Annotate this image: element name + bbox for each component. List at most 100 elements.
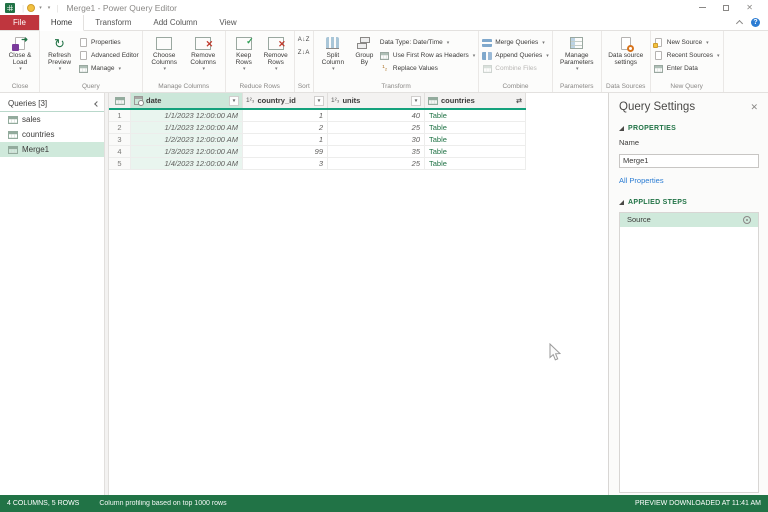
collapse-panel-icon[interactable] [94, 100, 100, 107]
manage-parameters-button[interactable]: Manage Parameters ▾ [556, 33, 598, 82]
query-item-merge1[interactable]: Merge1 [0, 142, 104, 157]
tab-transform[interactable]: Transform [84, 15, 142, 30]
cell-units[interactable]: 25 [328, 122, 425, 133]
cell-date[interactable]: 1/1/2023 12:00:00 AM [131, 110, 243, 121]
table-row[interactable]: 1 1/1/2023 12:00:00 AM 1 40 Table [109, 110, 526, 122]
column-label: countries [441, 96, 475, 105]
combine-files-button[interactable]: Combine Files [482, 62, 549, 75]
cell-units[interactable]: 40 [328, 110, 425, 121]
table-row[interactable]: 5 1/4/2023 12:00:00 AM 3 25 Table [109, 158, 526, 170]
choose-columns-button[interactable]: Choose Columns ▾ [146, 33, 183, 82]
cell-country-id[interactable]: 3 [243, 158, 328, 169]
cell-country-id[interactable]: 2 [243, 122, 328, 133]
cell-date[interactable]: 1/3/2023 12:00:00 AM [131, 146, 243, 157]
new-source-label: New Source [666, 39, 703, 46]
datetime-type-icon[interactable] [134, 96, 144, 106]
remove-rows-label: Remove Rows [263, 52, 288, 67]
cell-table-link[interactable]: Table [425, 146, 526, 157]
close-panel-icon[interactable]: ✕ [750, 102, 758, 113]
group-by-icon [357, 37, 371, 49]
quick-access-icon[interactable] [27, 3, 36, 12]
cell-table-link[interactable]: Table [425, 122, 526, 133]
column-header-units[interactable]: 1²₃ units ▾ [328, 93, 425, 108]
status-bar: 4 COLUMNS, 5 ROWS Column profiling based… [0, 495, 768, 512]
step-source[interactable]: Source [620, 212, 758, 227]
query-item-sales[interactable]: sales [0, 112, 104, 127]
cell-date[interactable]: 1/1/2023 12:00:00 AM [131, 122, 243, 133]
column-header-country-id[interactable]: 1²₃ country_id ▾ [243, 93, 328, 108]
tab-file[interactable]: File [0, 15, 39, 30]
expand-column-icon[interactable]: ⇄ [516, 97, 522, 105]
query-item-countries[interactable]: countries [0, 127, 104, 142]
table-type-icon[interactable] [428, 96, 438, 105]
enter-data-button[interactable]: Enter Data [654, 62, 720, 75]
row-number: 3 [109, 134, 131, 145]
tab-home[interactable]: Home [38, 15, 85, 31]
help-icon[interactable]: ? [751, 18, 760, 27]
sort-ascending-button[interactable]: A↓Z [298, 36, 310, 46]
column-label: units [342, 96, 361, 105]
restore-icon[interactable] [723, 4, 730, 11]
table-row[interactable]: 3 1/2/2023 12:00:00 AM 1 30 Table [109, 134, 526, 146]
new-source-button[interactable]: New Source ▾ [653, 36, 720, 49]
table-row[interactable]: 4 1/3/2023 12:00:00 AM 99 35 Table [109, 146, 526, 158]
group-by-button[interactable]: Group By [351, 33, 378, 82]
filter-dropdown-button[interactable]: ▾ [229, 95, 239, 106]
query-name-input[interactable] [619, 153, 759, 168]
recent-sources-label: Recent Sources [666, 52, 713, 59]
merge-queries-button[interactable]: Merge Queries ▾ [482, 36, 549, 49]
table-icon [8, 130, 18, 139]
recent-sources-button[interactable]: Recent Sources ▾ [654, 49, 720, 62]
tab-view[interactable]: View [208, 15, 247, 30]
queries-panel-header: Queries [3] [0, 97, 104, 112]
properties-section-header[interactable]: PROPERTIES [619, 125, 758, 132]
split-column-button[interactable]: Split Column ▾ [317, 33, 349, 82]
quick-access-toolbar-caret-icon[interactable]: ▾ [48, 5, 51, 11]
remove-columns-button[interactable]: Remove Columns▾ [185, 33, 222, 82]
tab-add-column[interactable]: Add Column [142, 15, 208, 30]
cell-units[interactable]: 35 [328, 146, 425, 157]
refresh-preview-label: Refresh Preview [47, 52, 72, 67]
remove-rows-button[interactable]: Remove Rows▾ [261, 33, 291, 82]
dropdown-caret-icon: ▾ [274, 65, 278, 72]
applied-steps-section-header[interactable]: APPLIED STEPS [619, 199, 758, 206]
data-type-button[interactable]: Data Type: Date/Time ▾ [380, 36, 475, 49]
close-window-icon[interactable]: ✕ [746, 3, 753, 12]
sort-descending-button[interactable]: Z↓A [298, 49, 310, 59]
cell-table-link[interactable]: Table [425, 134, 526, 145]
filter-dropdown-button[interactable]: ▾ [411, 95, 421, 106]
advanced-editor-button[interactable]: Advanced Editor [78, 49, 139, 62]
cell-table-link[interactable]: Table [425, 110, 526, 121]
gear-icon[interactable] [743, 215, 751, 224]
all-properties-link[interactable]: All Properties [619, 176, 758, 185]
column-header-date[interactable]: date ▾ [131, 93, 243, 108]
table-row[interactable]: 2 1/1/2023 12:00:00 AM 2 25 Table [109, 122, 526, 134]
close-and-load-button[interactable]: ➜ Close & Load ▾ [4, 33, 36, 82]
cell-date[interactable]: 1/4/2023 12:00:00 AM [131, 158, 243, 169]
properties-button[interactable]: Properties [78, 36, 139, 49]
dropdown-caret-icon[interactable]: ▾ [39, 5, 42, 11]
use-first-row-as-headers-button[interactable]: Use First Row as Headers ▾ [380, 49, 475, 62]
ribbon-group-query: ↻ Refresh Preview ▾ Properties Advanced E… [40, 31, 143, 92]
data-source-settings-button[interactable]: Data source settings [605, 33, 647, 82]
column-header-countries[interactable]: countries ⇄ [425, 93, 526, 108]
refresh-preview-button[interactable]: ↻ Refresh Preview ▾ [43, 33, 76, 82]
cell-country-id[interactable]: 99 [243, 146, 328, 157]
collapse-ribbon-icon[interactable] [735, 19, 744, 28]
replace-values-button[interactable]: ¹₂ Replace Values [380, 62, 475, 75]
cell-table-link[interactable]: Table [425, 158, 526, 169]
whole-number-type-icon[interactable]: 1²₃ [246, 97, 254, 104]
cell-units[interactable]: 25 [328, 158, 425, 169]
select-all-corner-cell[interactable] [109, 93, 131, 108]
cell-date[interactable]: 1/2/2023 12:00:00 AM [131, 134, 243, 145]
cell-units[interactable]: 30 [328, 134, 425, 145]
filter-dropdown-button[interactable]: ▾ [314, 95, 324, 106]
cell-country-id[interactable]: 1 [243, 134, 328, 145]
keep-rows-button[interactable]: Keep Rows▾ [229, 33, 259, 82]
minimize-icon[interactable] [699, 7, 707, 8]
cell-country-id[interactable]: 1 [243, 110, 328, 121]
whole-number-type-icon[interactable]: 1²₃ [331, 97, 339, 104]
append-queries-button[interactable]: Append Queries ▾ [482, 49, 549, 62]
manage-button[interactable]: Manage ▾ [78, 62, 139, 75]
profiling-status[interactable]: Column profiling based on top 1000 rows [99, 500, 226, 507]
